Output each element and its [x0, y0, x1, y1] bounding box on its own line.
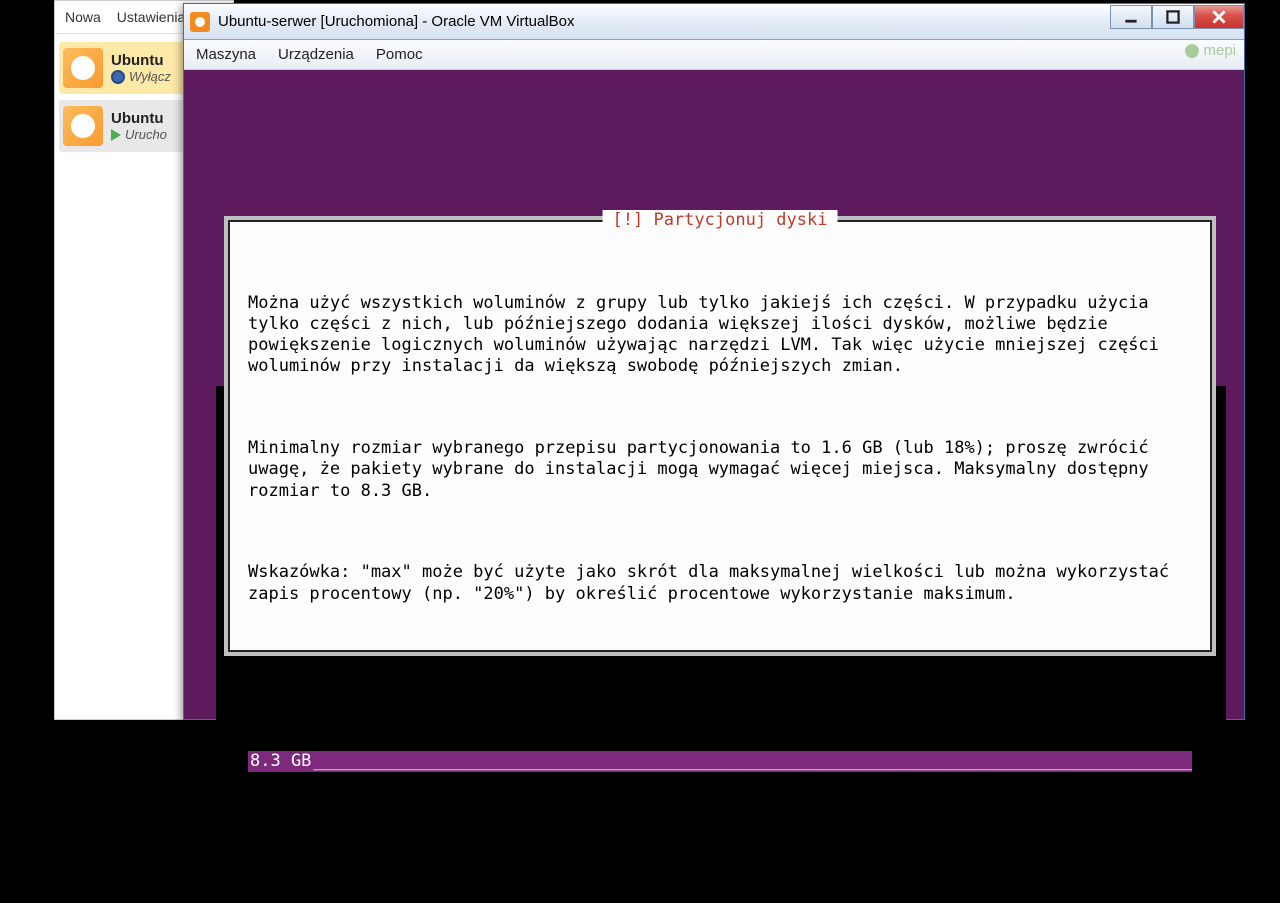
toolbar-ustawienia[interactable]: Ustawienia — [117, 9, 185, 25]
vm-screen[interactable]: [!] Partycjonuj dyski Można użyć wszystk… — [184, 70, 1244, 719]
dialog-para3: Wskazówka: "max" może być użyte jako skr… — [248, 562, 1192, 605]
toolbar-nowa[interactable]: Nowa — [65, 9, 101, 25]
dialog-para1: Można użyć wszystkich woluminów z grupy … — [248, 293, 1192, 378]
size-input-value: 8.3 GB — [248, 751, 313, 772]
virtualbox-icon — [190, 12, 210, 32]
vm-status: Wyłącz — [111, 69, 171, 84]
vm-status: Urucho — [111, 127, 167, 142]
maximize-button[interactable] — [1152, 5, 1194, 29]
power-off-icon — [111, 70, 125, 84]
window-controls — [1110, 4, 1244, 39]
menu-pomoc[interactable]: Pomoc — [376, 46, 423, 63]
next-button[interactable]: <Dalej> — [1092, 829, 1164, 850]
dialog-prompt: Liczba woluminów używanych przy partycjo… — [248, 665, 1192, 686]
watermark: mepi — [1185, 42, 1236, 59]
vm-window: Ubuntu-serwer [Uruchomiona] - Oracle VM … — [183, 3, 1245, 720]
size-input[interactable]: 8.3 GB _________________________________… — [248, 751, 1192, 772]
menu-urzadzenia[interactable]: Urządzenia — [278, 46, 354, 63]
minimize-button[interactable] — [1110, 5, 1152, 29]
menubar: Maszyna Urządzenia Pomoc mepi — [184, 40, 1244, 70]
vm-name: Ubuntu — [111, 52, 171, 69]
running-icon — [111, 129, 121, 141]
dialog-title: [!] Partycjonuj dyski — [603, 210, 838, 231]
ubuntu-icon — [63, 48, 103, 88]
menu-maszyna[interactable]: Maszyna — [196, 46, 256, 63]
vm-name: Ubuntu — [111, 110, 167, 127]
installer-dialog: [!] Partycjonuj dyski Można użyć wszystk… — [224, 216, 1216, 656]
back-button[interactable]: <Wstecz> — [276, 829, 358, 850]
window-title: Ubuntu-serwer [Uruchomiona] - Oracle VM … — [218, 13, 1110, 30]
close-button[interactable] — [1194, 5, 1244, 29]
input-fill: ________________________________________… — [313, 751, 1192, 772]
titlebar[interactable]: Ubuntu-serwer [Uruchomiona] - Oracle VM … — [184, 4, 1244, 40]
ubuntu-icon — [63, 106, 103, 146]
dialog-para2: Minimalny rozmiar wybranego przepisu par… — [248, 438, 1192, 502]
